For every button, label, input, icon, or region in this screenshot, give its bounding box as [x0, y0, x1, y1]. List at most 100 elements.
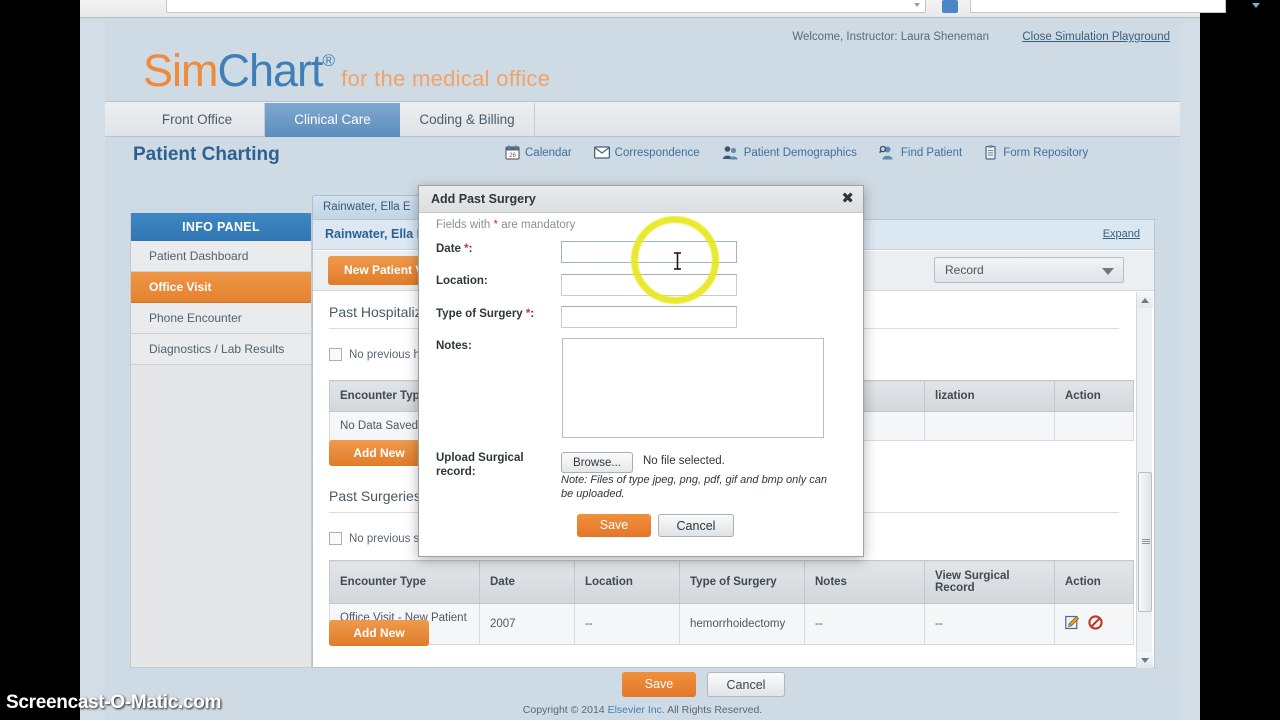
browser-toolbar-strip — [80, 0, 1260, 18]
scroll-up-arrow-icon[interactable] — [1137, 292, 1153, 308]
nav-form-repository-label: Form Repository — [1003, 146, 1089, 159]
no-previous-hospitalizations-label: No previous ho — [349, 348, 427, 361]
no-file-selected-text: No file selected. — [643, 455, 725, 467]
browser-address-bar[interactable] — [166, 0, 926, 13]
mandatory-post: are mandatory — [498, 219, 576, 231]
nav-correspondence[interactable]: Correspondence — [593, 146, 700, 159]
app-header: Welcome, Instructor: Laura Sheneman Clos… — [105, 23, 1180, 100]
chevron-down-icon — [1102, 268, 1114, 275]
logo-sim-text: Sim — [143, 45, 218, 96]
mandatory-note: Fields with * are mandatory — [436, 219, 575, 231]
no-previous-surgeries-label: No previous su — [349, 532, 426, 545]
footer-copyright-pre: Copyright © 2014 — [522, 704, 608, 716]
nav-calendar[interactable]: 26 Calendar — [505, 145, 572, 160]
add-new-surgery-button[interactable]: Add New — [329, 620, 429, 646]
nav-calendar-label: Calendar — [525, 146, 572, 159]
no-previous-hospitalizations-row[interactable]: No previous ho — [329, 348, 426, 361]
cell-empty-7 — [1054, 411, 1134, 441]
chevron-down-icon — [914, 3, 920, 7]
content-vertical-scrollbar[interactable] — [1136, 292, 1153, 668]
th-action: Action — [1054, 560, 1134, 604]
tab-clinical-care[interactable]: Clinical Care — [265, 103, 400, 137]
modal-save-button[interactable]: Save — [577, 514, 651, 537]
nav-correspondence-label: Correspondence — [614, 146, 700, 159]
upload-label-line1: Upload Surgical — [436, 452, 524, 464]
nav-find-patient[interactable]: Find Patient — [878, 145, 962, 160]
past-surgeries-table: Encounter Type Date Location Type of Sur… — [329, 560, 1134, 645]
modal-cancel-button[interactable]: Cancel — [658, 514, 734, 537]
scroll-down-arrow-icon[interactable] — [1137, 652, 1153, 668]
upload-file-types-note: Note: Files of type jpeg, png, pdf, gif … — [561, 474, 827, 500]
expand-link[interactable]: Expand — [1103, 228, 1140, 240]
footer-company-link[interactable]: Elsevier Inc. — [608, 704, 665, 716]
prohibited-icon[interactable] — [1088, 615, 1103, 633]
sidebar-item-patient-dashboard[interactable]: Patient Dashboard — [131, 241, 311, 272]
add-new-hospitalization-button[interactable]: Add New — [329, 440, 429, 466]
scrollbar-thumb[interactable] — [1138, 472, 1152, 612]
screencast-watermark: Screencast-O-Matic.com — [6, 692, 222, 713]
sidebar-item-diagnostics-lab-results[interactable]: Diagnostics / Lab Results — [131, 334, 311, 365]
people-icon — [722, 145, 739, 160]
date-input[interactable] — [561, 241, 737, 263]
type-of-surgery-input[interactable] — [561, 306, 737, 328]
info-panel-heading: INFO PANEL — [131, 213, 311, 241]
table-header-row: Encounter Type Date Location Type of Sur… — [329, 560, 1134, 604]
main-tab-strip: Front Office Clinical Care Coding & Bill… — [105, 101, 1180, 137]
label-date-text: Date — [436, 243, 465, 255]
browser-search-box[interactable] — [970, 0, 1226, 13]
th-type-of-surgery: Type of Surgery — [679, 560, 805, 604]
logo-chart-text: Chart — [217, 45, 324, 96]
label-upload-surgical-record: Upload Surgical record: — [436, 451, 556, 479]
checkbox-no-previous-surgeries[interactable] — [329, 532, 342, 545]
edit-pencil-icon[interactable] — [1065, 615, 1083, 633]
sidebar-item-office-visit[interactable]: Office Visit — [131, 272, 311, 303]
nav-patient-demographics[interactable]: Patient Demographics — [722, 145, 857, 160]
modal-title: Add Past Surgery — [431, 192, 536, 206]
cell-date: 2007 — [479, 603, 575, 645]
patient-tab-label: Rainwater, Ella E — [323, 201, 411, 213]
upload-label-line2: record: — [436, 466, 476, 478]
notes-textarea[interactable] — [562, 338, 824, 438]
svg-text:26: 26 — [509, 153, 516, 159]
label-notes-text: Notes — [436, 340, 468, 352]
welcome-text: Welcome, Instructor: Laura Sheneman — [792, 31, 989, 43]
close-simulation-link[interactable]: Close Simulation Playground — [1022, 31, 1170, 43]
table-row: Office Visit - New Patient Visit 11/10/2… — [329, 603, 1134, 645]
simchart-logo: SimChart® for the medical office — [143, 45, 550, 97]
label-location-colon: : — [483, 275, 488, 287]
close-icon[interactable]: ✖ — [841, 189, 854, 209]
no-previous-surgeries-row[interactable]: No previous su — [329, 532, 426, 545]
browser-chevron-down-icon[interactable] — [1252, 3, 1260, 8]
cell-location: -- — [574, 603, 680, 645]
tab-front-office[interactable]: Front Office — [130, 103, 265, 137]
label-location-text: Location — [436, 275, 484, 287]
label-date: Date *: — [436, 243, 472, 255]
tab-coding-billing[interactable]: Coding & Billing — [400, 103, 535, 137]
th-encounter-type: Encounter Type — [329, 560, 480, 604]
browse-button[interactable]: Browse... — [561, 452, 633, 473]
calendar-icon: 26 — [505, 145, 520, 160]
mandatory-pre: Fields with — [436, 219, 494, 231]
logo-tagline: for the medical office — [341, 66, 551, 91]
cell-notes: -- — [804, 603, 925, 645]
quick-nav-bar: 26 Calendar Correspondence Patient Demog… — [505, 145, 1088, 160]
th-date: Date — [479, 560, 575, 604]
location-input[interactable] — [561, 274, 737, 296]
label-type-text: Type of Surgery — [436, 308, 526, 320]
browser-blue-button-icon[interactable] — [942, 0, 958, 13]
label-type-colon: : — [530, 308, 535, 320]
save-button[interactable]: Save — [622, 672, 696, 697]
modal-header: Add Past Surgery ✖ — [419, 186, 863, 213]
label-type-of-surgery: Type of Surgery *: — [436, 308, 534, 320]
th-view-surgical-record: View Surgical Record — [924, 560, 1055, 604]
page-title-row: Patient Charting 26 Calendar Corresponde… — [105, 137, 1180, 175]
cancel-button[interactable]: Cancel — [707, 672, 785, 697]
nav-form-repository[interactable]: Form Repository — [984, 145, 1088, 160]
cell-view-surgical-record: -- — [924, 603, 1055, 645]
page-title: Patient Charting — [133, 144, 280, 165]
footer-copyright-post: All Rights Reserved. — [664, 704, 763, 716]
checkbox-no-previous-hospitalizations[interactable] — [329, 348, 342, 361]
th-location: Location — [574, 560, 680, 604]
sidebar-item-phone-encounter[interactable]: Phone Encounter — [131, 303, 311, 334]
record-dropdown[interactable]: Record — [934, 257, 1124, 283]
